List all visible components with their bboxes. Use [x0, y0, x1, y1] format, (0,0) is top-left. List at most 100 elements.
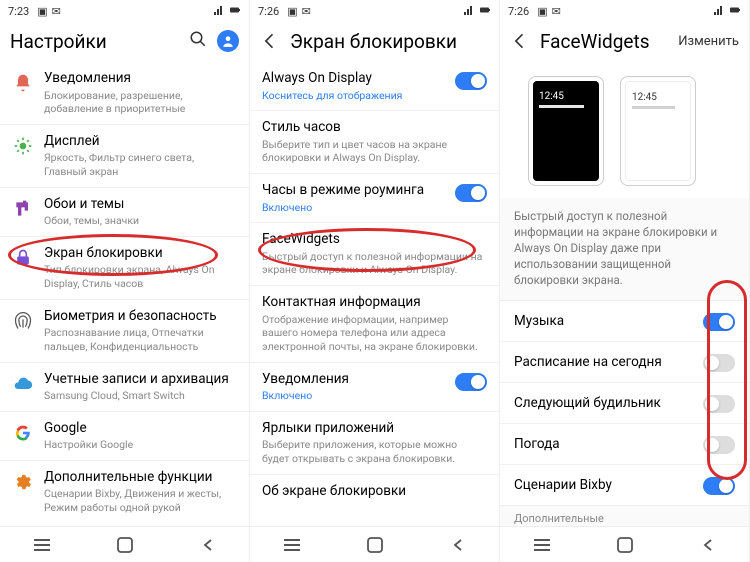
item-about-lock[interactable]: Об экране блокировки	[250, 475, 499, 509]
description: Быстрый доступ к полезной информации на …	[500, 198, 749, 301]
item-lockscreen[interactable]: Экран блокировки Тип блокировки экрана, …	[0, 237, 249, 300]
row-label: Погода	[514, 436, 560, 452]
edit-button[interactable]: Изменить	[678, 34, 739, 49]
toggle-notif[interactable]	[455, 373, 487, 391]
item-clock-style[interactable]: Стиль часов Выберите тип и цвет часов на…	[250, 111, 499, 174]
home-button[interactable]	[614, 534, 636, 556]
preview-time: 12:45	[539, 91, 595, 102]
item-title: Об экране блокировки	[262, 483, 487, 501]
cloud-icon	[12, 373, 34, 395]
phone-mock-light: 12:45	[620, 76, 696, 186]
item-sub: Сценарии Bixby, Движения и жесты, Режим …	[44, 487, 237, 514]
phone-mock-dark: 12:45	[528, 76, 604, 186]
item-themes[interactable]: Обои и темы Обои, темы, значки	[0, 188, 249, 237]
row-schedule[interactable]: Расписание на сегодня	[500, 342, 749, 383]
item-sub: Выберите тип и цвет часов на экране блок…	[262, 138, 487, 165]
item-title: FaceWidgets	[262, 231, 487, 249]
item-sub: Распознавание лица, Отпечатки пальцев, К…	[44, 326, 237, 353]
item-lock-notifications[interactable]: Уведомления Включено	[250, 363, 499, 412]
item-roaming-clock[interactable]: Часы в режиме роуминга Включено	[250, 174, 499, 223]
item-notifications[interactable]: Уведомления Блокирование, разрешение, до…	[0, 62, 249, 125]
row-label: Музыка	[514, 313, 564, 329]
item-title: Дополнительные функции	[44, 469, 237, 487]
item-title: Стиль часов	[262, 119, 487, 137]
toggle-bixby[interactable]	[703, 477, 735, 495]
status-time: 7:26	[258, 5, 279, 18]
status-time: 7:26	[508, 5, 529, 18]
google-icon	[12, 422, 34, 444]
recent-button[interactable]	[531, 534, 553, 556]
recent-button[interactable]	[281, 534, 303, 556]
search-icon[interactable]	[189, 30, 207, 52]
header: Настройки	[0, 22, 249, 62]
item-sub: Включено	[262, 201, 445, 215]
camera-icon: ▣	[37, 5, 47, 18]
item-title: Always On Display	[262, 70, 445, 88]
paint-icon	[12, 198, 34, 220]
row-label: Сценарии Bixby	[514, 477, 612, 493]
avatar[interactable]	[217, 30, 239, 52]
item-sub: Блокирование, разрешение, добавление в п…	[44, 89, 237, 116]
toggle-music[interactable]	[703, 313, 735, 331]
toggle-schedule[interactable]	[703, 354, 735, 372]
back-button[interactable]	[697, 534, 719, 556]
preview-time: 12:45	[632, 92, 686, 103]
item-title: Обои и темы	[44, 196, 237, 214]
camera-icon: ▣	[537, 5, 547, 18]
back-button[interactable]	[197, 534, 219, 556]
row-weather[interactable]: Погода	[500, 424, 749, 465]
navbar	[0, 526, 249, 562]
status-bar: 7:23 ▣ ✉	[0, 0, 249, 22]
item-sub: Тип блокировки экрана, Always On Display…	[44, 263, 237, 290]
back-icon[interactable]	[260, 31, 280, 51]
item-contact-info[interactable]: Контактная информация Отображение информ…	[250, 286, 499, 362]
back-icon[interactable]	[510, 31, 530, 51]
fingerprint-icon	[12, 310, 34, 332]
toggle-weather[interactable]	[703, 436, 735, 454]
back-button[interactable]	[447, 534, 469, 556]
toggle-alarm[interactable]	[703, 395, 735, 413]
home-button[interactable]	[114, 534, 136, 556]
page-title: Экран блокировки	[290, 30, 489, 53]
item-sub: Быстрый доступ к полезной информации на …	[262, 250, 487, 277]
signal-icon	[213, 4, 225, 19]
battery-icon	[229, 4, 241, 19]
toggle-roaming[interactable]	[455, 184, 487, 202]
item-sub: Обои, темы, значки	[44, 214, 237, 228]
item-accounts[interactable]: Учетные записи и архивация Samsung Cloud…	[0, 363, 249, 412]
row-alarm[interactable]: Следующий будильник	[500, 383, 749, 424]
item-title: Google	[44, 420, 237, 438]
row-music[interactable]: Музыка	[500, 301, 749, 342]
status-time: 7:23	[8, 5, 29, 18]
mail-icon: ✉	[302, 5, 311, 18]
item-advanced[interactable]: Дополнительные функции Сценарии Bixby, Д…	[0, 461, 249, 523]
item-aod[interactable]: Always On Display Коснитесь для отображе…	[250, 62, 499, 111]
camera-icon: ▣	[287, 5, 297, 18]
recent-button[interactable]	[31, 534, 53, 556]
item-title: Уведомления	[262, 371, 445, 389]
lockscreen-list: Always On Display Коснитесь для отображе…	[250, 62, 499, 526]
row-bixby[interactable]: Сценарии Bixby	[500, 465, 749, 506]
row-label: Расписание на сегодня	[514, 354, 662, 370]
phone-preview: 12:45 12:45	[500, 62, 749, 198]
item-biometrics[interactable]: Биометрия и безопасность Распознавание л…	[0, 300, 249, 363]
lock-icon	[12, 247, 34, 269]
item-display[interactable]: Дисплей Яркость, Фильтр синего света, Гл…	[0, 125, 249, 188]
gear-icon	[12, 471, 34, 493]
screen-lockscreen: 7:26 ▣ ✉ Экран блокировки Always On Disp…	[250, 0, 500, 562]
item-app-shortcuts[interactable]: Ярлыки приложений Выберите приложения, к…	[250, 412, 499, 475]
item-sub: Выберите приложения, которые можно будет…	[262, 438, 487, 465]
item-facewidgets[interactable]: FaceWidgets Быстрый доступ к полезной ин…	[250, 223, 499, 286]
item-title: Уведомления	[44, 70, 237, 88]
home-button[interactable]	[364, 534, 386, 556]
toggle-aod[interactable]	[455, 72, 487, 90]
item-sub: Отображение информации, например вашего …	[262, 313, 487, 354]
sun-icon	[12, 135, 34, 157]
item-google[interactable]: Google Настройки Google	[0, 412, 249, 461]
screen-settings: 7:23 ▣ ✉ Настройки Уведомлен	[0, 0, 250, 562]
facewidgets-list: Музыка Расписание на сегодня Следующий б…	[500, 301, 749, 526]
signal-icon	[713, 4, 725, 19]
item-sub: Яркость, Фильтр синего света, Главный эк…	[44, 151, 237, 178]
settings-list: Уведомления Блокирование, разрешение, до…	[0, 62, 249, 526]
item-title: Ярлыки приложений	[262, 420, 487, 438]
